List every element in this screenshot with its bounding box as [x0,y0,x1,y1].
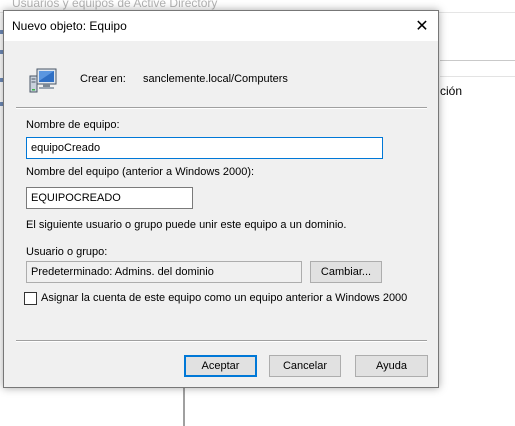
help-button[interactable]: Ayuda [355,355,428,377]
pre2000-name-label: Nombre del equipo (anterior a Windows 20… [26,166,255,178]
create-in-label: Crear en: [80,73,126,85]
background-column-text: ción [440,84,463,98]
new-computer-dialog: Nuevo objeto: Equipo ✕ Crear en: sanclem… [3,10,439,388]
computer-icon [29,68,57,93]
change-button[interactable]: Cambiar... [310,261,382,283]
top-separator [16,107,427,109]
computer-name-input[interactable] [26,137,383,159]
computer-name-label: Nombre de equipo: [26,119,120,131]
ok-button[interactable]: Aceptar [184,355,257,377]
close-button[interactable]: ✕ [406,11,438,41]
pre2000-name-input[interactable] [26,187,193,209]
user-group-label: Usuario o grupo: [26,246,108,258]
cancel-button[interactable]: Cancelar [269,355,341,377]
pre2000-checkbox[interactable] [24,292,37,305]
user-group-field: Predeterminado: Admins. del dominio [26,261,302,283]
pre2000-checkbox-label[interactable]: Asignar la cuenta de este equipo como un… [41,292,407,304]
create-in-value: sanclemente.local/Computers [143,73,288,85]
background-pane-divider [440,60,515,61]
join-domain-info: El siguiente usuario o grupo puede unir … [26,219,347,231]
bottom-separator [16,340,427,342]
close-icon: ✕ [415,18,429,35]
dialog-titlebar[interactable]: Nuevo objeto: Equipo ✕ [4,11,438,41]
background-window-title: Usuarios y equipos de Active Directory [12,0,218,10]
dialog-title: Nuevo objeto: Equipo [12,19,127,33]
background-pane-divider-2 [440,76,515,77]
background-splitter[interactable] [183,387,185,426]
